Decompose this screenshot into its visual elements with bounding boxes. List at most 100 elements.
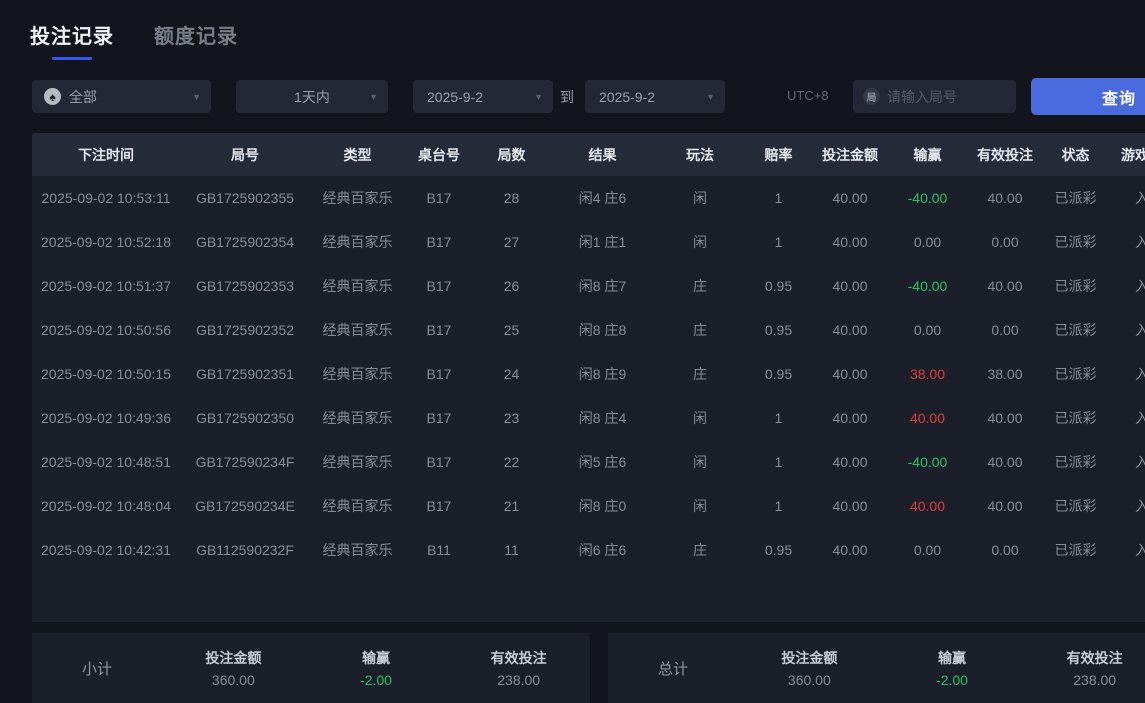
cell-result: 闲8 庄8 xyxy=(578,322,627,338)
cell-bet: 40.00 xyxy=(832,454,868,470)
cell-game_no: 28 xyxy=(503,190,520,206)
spade-icon: ♠ xyxy=(44,88,61,105)
date-from-value: 2025-9-2 xyxy=(427,88,484,105)
cell-time: 2025-09-02 10:48:04 xyxy=(41,498,171,514)
cell-play: 闲 xyxy=(693,498,707,514)
column-header: 有效投注 xyxy=(977,146,1033,163)
cell-bet: 40.00 xyxy=(832,190,868,206)
total-item-value: 238.00 xyxy=(1073,672,1117,688)
table-row[interactable]: 2025-09-02 10:48:04 GB172590234E 经典百家乐 B17 2… xyxy=(32,484,1145,528)
record-tabs: 投注记录 额度记录 xyxy=(30,20,238,60)
table-row[interactable]: 2025-09-02 10:52:18 GB1725902354 经典百家乐 B17 2… xyxy=(32,220,1145,264)
cell-type: 经典百家乐 xyxy=(322,366,393,382)
cell-bet: 40.00 xyxy=(832,322,868,338)
cell-mode: 入座 xyxy=(1135,190,1145,206)
cell-odds: 0.95 xyxy=(764,542,793,558)
date-from-picker[interactable]: 2025-9-2 ▼ xyxy=(413,80,553,113)
cell-winloss: 40.00 xyxy=(909,410,946,426)
cell-type: 经典百家乐 xyxy=(322,542,393,558)
cell-game_no: 22 xyxy=(503,454,520,470)
cell-odds: 1 xyxy=(774,498,783,514)
subtotal-item-label: 输赢 xyxy=(362,650,390,666)
subtotal-item-value: -2.00 xyxy=(360,672,392,688)
cell-valid: 40.00 xyxy=(987,190,1023,206)
chevron-down-icon: ▼ xyxy=(369,91,378,102)
subtotal-panel: 小计 投注金额 360.00 输赢 -2.00 有效投注 238.00 xyxy=(32,633,590,703)
cell-valid: 0.00 xyxy=(991,322,1019,338)
cell-mode: 入座 xyxy=(1135,542,1145,558)
total-item-value: -2.00 xyxy=(936,672,968,688)
cell-round: GB1725902355 xyxy=(195,190,295,206)
cell-game_no: 21 xyxy=(503,498,520,514)
column-header: 游戏模式 xyxy=(1121,146,1145,163)
table-row[interactable]: 2025-09-02 10:42:31 GB112590232F 经典百家乐 B11 1… xyxy=(32,528,1145,572)
cell-time: 2025-09-02 10:42:31 xyxy=(41,542,171,558)
table-row[interactable]: 2025-09-02 10:50:56 GB1725902352 经典百家乐 B17 2… xyxy=(32,308,1145,352)
cell-valid: 40.00 xyxy=(987,410,1023,426)
search-button[interactable]: 查询 xyxy=(1031,78,1145,115)
cell-round: GB1725902350 xyxy=(195,410,295,426)
table-row[interactable]: 2025-09-02 10:51:37 GB1725902353 经典百家乐 B17 2… xyxy=(32,264,1145,308)
total-item: 有效投注 238.00 xyxy=(1023,648,1145,688)
column-header: 玩法 xyxy=(686,146,714,163)
cell-round: GB172590234F xyxy=(195,454,295,470)
cell-round: GB1725902351 xyxy=(195,366,295,382)
total-item-value: 360.00 xyxy=(787,672,831,688)
cell-status: 已派彩 xyxy=(1054,190,1097,206)
total-panel: 总计 投注金额 360.00 输赢 -2.00 有效投注 238.00 xyxy=(608,633,1145,703)
total-item-label: 投注金额 xyxy=(781,650,838,666)
table-row[interactable]: 2025-09-02 10:50:15 GB1725902351 经典百家乐 B17 2… xyxy=(32,352,1145,396)
cell-type: 经典百家乐 xyxy=(322,454,393,470)
cell-type: 经典百家乐 xyxy=(322,410,393,426)
cell-table_no: B17 xyxy=(426,498,452,514)
cell-table_no: B17 xyxy=(426,234,452,250)
total-item-label: 输赢 xyxy=(938,650,966,666)
column-header: 投注金额 xyxy=(822,146,878,163)
cell-winloss: 0.00 xyxy=(913,322,942,338)
cell-type: 经典百家乐 xyxy=(322,322,393,338)
cell-table_no: B17 xyxy=(426,366,452,382)
game-type-value: 全部 xyxy=(69,88,97,105)
cell-bet: 40.00 xyxy=(832,234,868,250)
cell-game_no: 25 xyxy=(503,322,520,338)
cell-bet: 40.00 xyxy=(832,498,868,514)
table-row[interactable]: 2025-09-02 10:53:11 GB1725902355 经典百家乐 B17 2… xyxy=(32,176,1145,220)
cell-status: 已派彩 xyxy=(1054,366,1097,382)
cell-type: 经典百家乐 xyxy=(322,190,393,206)
cell-valid: 40.00 xyxy=(987,454,1023,470)
tab-bet-records[interactable]: 投注记录 xyxy=(30,20,114,60)
cell-mode: 入座 xyxy=(1135,234,1145,250)
cell-mode: 入座 xyxy=(1135,322,1145,338)
cell-round: GB172590234E xyxy=(195,498,295,514)
cell-play: 闲 xyxy=(693,190,707,206)
cell-bet: 40.00 xyxy=(832,278,868,294)
cell-status: 已派彩 xyxy=(1054,498,1097,514)
column-header: 桌台号 xyxy=(418,146,460,163)
cell-valid: 0.00 xyxy=(991,234,1019,250)
table-row[interactable]: 2025-09-02 10:49:36 GB1725902350 经典百家乐 B17 2… xyxy=(32,396,1145,440)
cell-winloss: 0.00 xyxy=(913,542,942,558)
cell-status: 已派彩 xyxy=(1054,322,1097,338)
date-to-value: 2025-9-2 xyxy=(599,88,656,105)
cell-play: 庄 xyxy=(693,366,707,382)
date-to-picker[interactable]: 2025-9-2 ▼ xyxy=(585,80,725,113)
chevron-down-icon: ▼ xyxy=(534,91,543,102)
cell-valid: 38.00 xyxy=(987,366,1023,382)
cell-winloss: -40.00 xyxy=(907,454,948,470)
round-number-icon: 局 xyxy=(863,88,880,105)
date-range-dropdown[interactable]: 1天内 ▼ xyxy=(236,80,388,113)
cell-bet: 40.00 xyxy=(832,542,868,558)
cell-table_no: B17 xyxy=(426,278,452,294)
cell-time: 2025-09-02 10:49:36 xyxy=(41,410,171,426)
table-header-row: 下注时间 局号 类型 桌台号 局数 结果 玩法 赔率 投注金额 输赢 有效投注 状态 游戏模式 xyxy=(32,133,1145,176)
cell-result: 闲8 庄0 xyxy=(578,498,627,514)
cell-result: 闲4 庄6 xyxy=(578,190,627,206)
tab-quota-records[interactable]: 额度记录 xyxy=(154,20,238,60)
chevron-down-icon: ▼ xyxy=(706,91,715,102)
cell-valid: 40.00 xyxy=(987,278,1023,294)
round-number-input[interactable]: 局 请输入局号 xyxy=(853,80,1016,113)
cell-result: 闲8 庄7 xyxy=(578,278,627,294)
game-type-dropdown[interactable]: ♠ 全部 ▼ xyxy=(32,80,211,113)
table-row[interactable]: 2025-09-02 10:48:51 GB172590234F 经典百家乐 B17 2… xyxy=(32,440,1145,484)
cell-odds: 0.95 xyxy=(764,278,793,294)
